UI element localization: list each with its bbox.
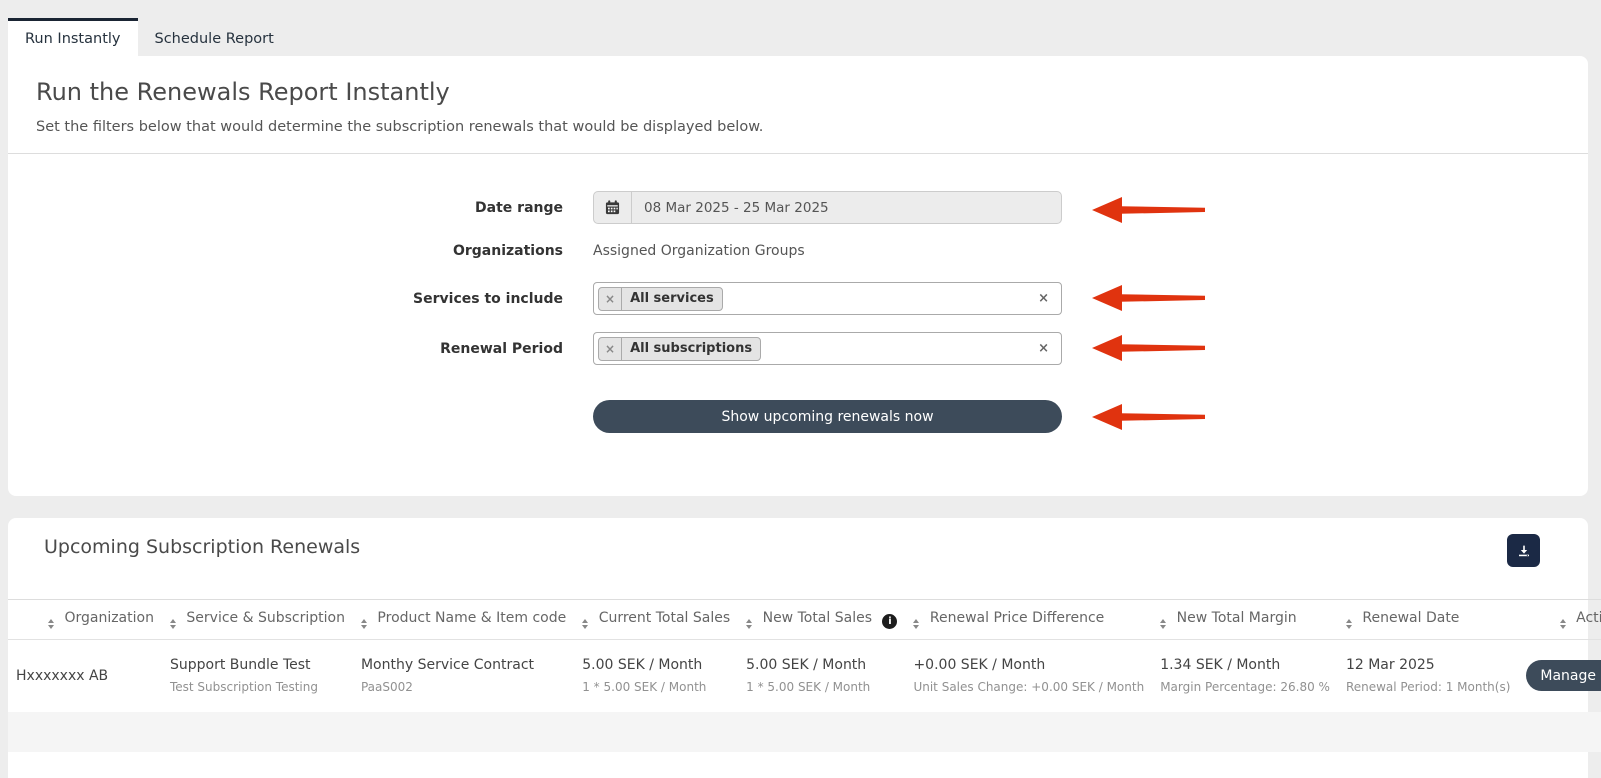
date-range-row: Date range [8,191,1588,224]
manage-button[interactable]: Manage [1526,660,1601,691]
tab-run-instantly[interactable]: Run Instantly [8,18,138,56]
cell-product-name: Monthy Service Contract PaaS002 [353,640,574,712]
cell-renewal-price-difference: +0.00 SEK / Month Unit Sales Change: +0.… [905,640,1152,712]
info-icon[interactable]: i [882,614,897,629]
cell-organization: Hxxxxxxx AB [8,640,162,712]
services-label: Services to include [8,291,563,307]
table-row: Hxxxxxxx AB Support Bundle Test Test Sub… [8,640,1601,712]
renewal-period-tag: × All subscriptions [598,337,761,361]
column-header-product-name[interactable]: Product Name & Item code [353,600,574,640]
date-range-label: Date range [8,200,563,216]
sort-icon [746,619,752,630]
cell-new-total-sales: 5.00 SEK / Month 1 * 5.00 SEK / Month [738,640,905,712]
sort-icon [1160,619,1166,630]
renewals-report-page: Run Instantly Schedule Report Run the Re… [0,0,1601,712]
tab-label: Run Instantly [25,31,121,47]
report-filter-form: Date range [8,154,1588,496]
column-header-service-subscription[interactable]: Service & Subscription [162,600,353,640]
section-title: Upcoming Subscription Renewals [44,534,360,560]
report-header: Run the Renewals Report Instantly Set th… [8,56,1588,154]
services-row: Services to include × All services × [8,282,1588,315]
page-title: Run the Renewals Report Instantly [36,76,1560,109]
tab-bar: Run Instantly Schedule Report [0,0,1601,56]
sort-icon [1346,619,1352,630]
cell-current-total-sales: 5.00 SEK / Month 1 * 5.00 SEK / Month [574,640,738,712]
sort-icon [1560,619,1566,630]
sort-icon [170,619,176,630]
remove-tag-icon[interactable]: × [599,288,622,310]
cell-action: Manage [1518,640,1601,712]
tab-schedule-report[interactable]: Schedule Report [138,18,291,56]
services-field[interactable]: × All services × [593,282,1062,315]
tab-label: Schedule Report [155,31,274,47]
renewals-results-card: Upcoming Subscription Renewals [8,518,1588,778]
page-subtitle: Set the filters below that would determi… [36,117,1560,137]
column-header-renewal-date[interactable]: Renewal Date [1338,600,1518,640]
cell-new-total-margin: 1.34 SEK / Month Margin Percentage: 26.8… [1152,640,1338,712]
clear-field-icon[interactable]: × [1038,341,1049,356]
tag-label: All subscriptions [622,338,760,360]
date-range-value: 08 Mar 2025 - 25 Mar 2025 [632,200,829,216]
sort-icon [582,619,588,630]
tag-label: All services [622,288,722,310]
clear-field-icon[interactable]: × [1038,291,1049,306]
download-icon [1516,543,1532,559]
cell-service-subscription: Support Bundle Test Test Subscription Te… [162,640,353,712]
results-header: Upcoming Subscription Renewals [8,518,1588,567]
date-range-field[interactable]: 08 Mar 2025 - 25 Mar 2025 [593,191,1062,224]
sort-icon [361,619,367,630]
column-header-organization[interactable]: Organization [8,600,162,640]
renewal-period-label: Renewal Period [8,341,563,357]
renewal-period-field[interactable]: × All subscriptions × [593,332,1062,365]
submit-row: Show upcoming renewals now [8,400,1588,433]
table-header-row: Organization Service & Subscription Prod… [8,600,1601,640]
organizations-label: Organizations [8,243,563,259]
table-row-partial [8,712,1601,752]
sort-icon [48,619,54,630]
column-header-renewal-price-difference[interactable]: Renewal Price Difference [905,600,1152,640]
run-report-card: Run the Renewals Report Instantly Set th… [8,56,1588,496]
organizations-row: Organizations Assigned Organization Grou… [8,241,1588,261]
remove-tag-icon[interactable]: × [599,338,622,360]
column-header-new-total-sales[interactable]: New Total Sales i [738,600,905,640]
calendar-icon [594,192,632,223]
renewal-period-row: Renewal Period × All subscriptions × [8,332,1588,365]
services-tag: × All services [598,287,723,311]
renewals-table: Organization Service & Subscription Prod… [8,599,1601,752]
show-renewals-button[interactable]: Show upcoming renewals now [593,400,1062,433]
cell-renewal-date: 12 Mar 2025 Renewal Period: 1 Month(s) [1338,640,1518,712]
column-header-action[interactable]: Action [1518,600,1601,640]
download-button[interactable] [1507,534,1540,567]
column-header-new-total-margin[interactable]: New Total Margin [1152,600,1338,640]
sort-icon [913,619,919,630]
organizations-value: Assigned Organization Groups [593,243,805,259]
column-header-current-total-sales[interactable]: Current Total Sales [574,600,738,640]
